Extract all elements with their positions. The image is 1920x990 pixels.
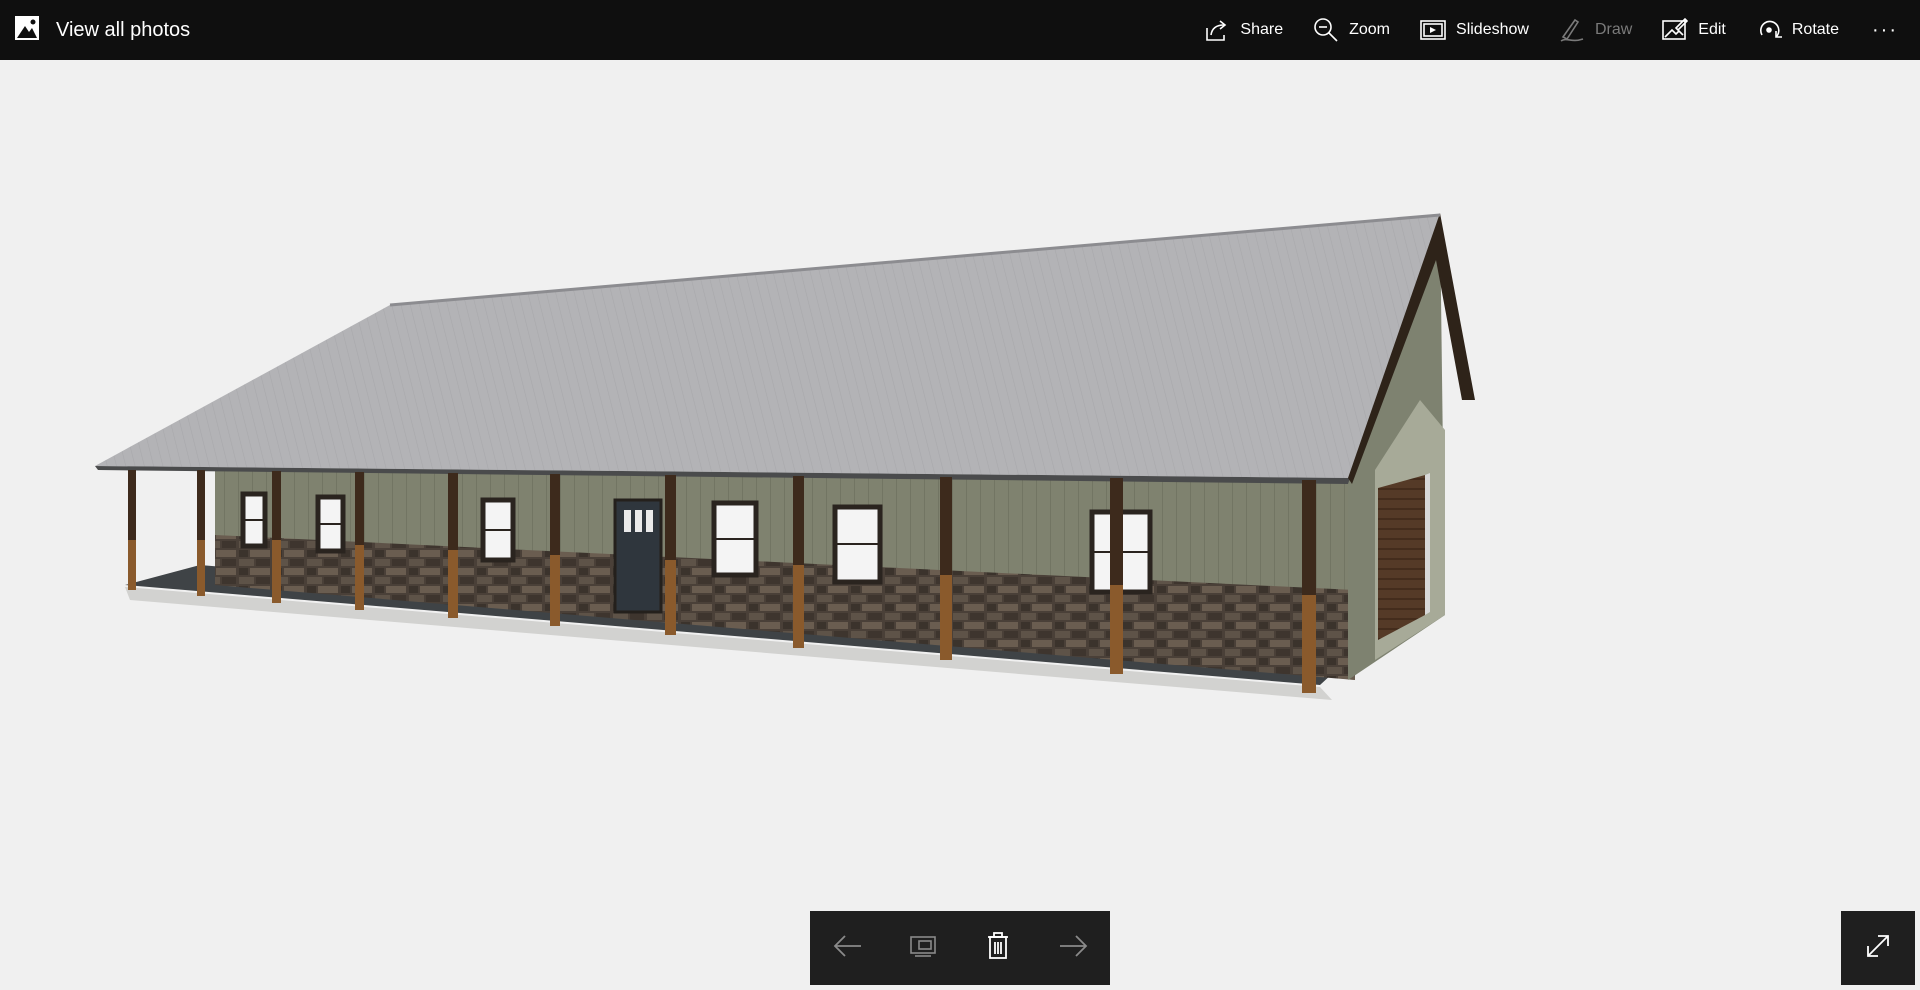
draw-button[interactable]: Draw	[1544, 0, 1647, 60]
edit-label: Edit	[1698, 21, 1726, 38]
slideshow-label: Slideshow	[1456, 21, 1529, 38]
view-all-photos-button[interactable]: View all photos	[14, 0, 190, 60]
zoom-label: Zoom	[1349, 21, 1391, 38]
slideshow-icon	[1420, 19, 1446, 41]
next-photo-button[interactable]	[1045, 920, 1101, 976]
fullscreen-button[interactable]	[1841, 911, 1915, 985]
draw-label: Draw	[1594, 21, 1633, 38]
top-bar: View all photos Share Zoom Slideshow Dra…	[0, 0, 1920, 60]
zoom-button[interactable]: Zoom	[1298, 0, 1405, 60]
photo-viewer[interactable]	[0, 60, 1920, 990]
arrow-left-icon	[833, 934, 863, 963]
view-all-photos-label: View all photos	[56, 18, 191, 41]
arrow-right-icon	[1058, 934, 1088, 963]
more-icon: ···	[1872, 18, 1898, 41]
rotate-button[interactable]: Rotate	[1741, 0, 1854, 60]
edit-button[interactable]: Edit	[1647, 0, 1741, 60]
slideshow-button[interactable]: Slideshow	[1405, 0, 1544, 60]
edit-icon	[1662, 18, 1689, 42]
photo-image	[95, 213, 1475, 700]
photos-app-icon	[14, 15, 40, 46]
zoom-icon	[1313, 17, 1339, 43]
rotate-icon	[1756, 17, 1782, 43]
previous-photo-button[interactable]	[820, 920, 876, 976]
delete-button[interactable]	[970, 920, 1026, 976]
garage-trim	[1425, 473, 1430, 615]
garage-door	[1378, 475, 1425, 640]
filmstrip-button[interactable]	[895, 920, 951, 976]
command-bar: Share Zoom Slideshow Draw Edit Rotate ··…	[1189, 0, 1920, 60]
share-label: Share	[1240, 21, 1284, 38]
more-options-button[interactable]: ···	[1854, 0, 1920, 60]
expand-icon	[1864, 932, 1892, 965]
navigation-controls	[810, 911, 1110, 985]
pen-icon	[1559, 17, 1585, 43]
filmstrip-icon	[909, 934, 937, 963]
trash-icon	[986, 931, 1010, 965]
door-glass-1	[624, 510, 631, 532]
roof	[95, 215, 1440, 478]
share-button[interactable]: Share	[1189, 0, 1298, 60]
rotate-label: Rotate	[1791, 21, 1840, 38]
share-icon	[1204, 18, 1230, 42]
door-glass-2	[635, 510, 642, 532]
door-glass-3	[646, 510, 653, 532]
